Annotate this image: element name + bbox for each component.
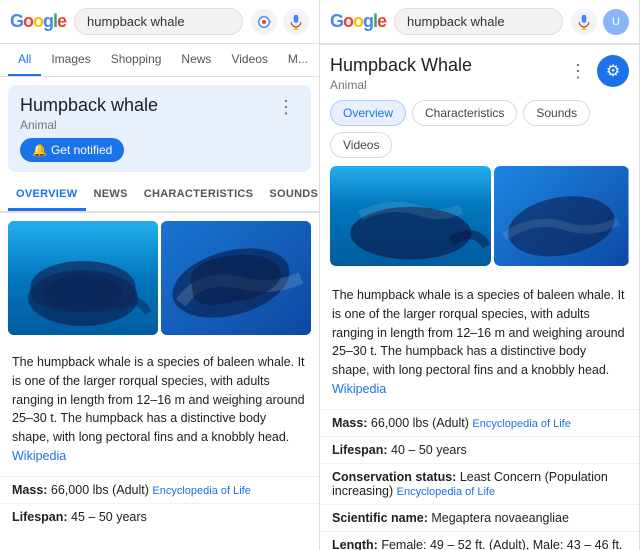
lens-icon[interactable]	[251, 9, 277, 35]
right-description: The humpback whale is a species of balee…	[320, 276, 639, 409]
left-wiki-link[interactable]: Wikipedia	[12, 449, 66, 463]
right-pill-characteristics[interactable]: Characteristics	[412, 100, 517, 126]
left-kp-more-icon[interactable]: ⋮	[273, 95, 299, 120]
right-fact-mass-value: 66,000 lbs (Adult)	[371, 416, 469, 430]
left-tab-more[interactable]: M...	[278, 44, 318, 76]
right-kp-title: Humpback Whale	[330, 55, 472, 76]
left-kp-header: Humpback whale Animal ⋮	[20, 95, 299, 132]
right-wiki-link[interactable]: Wikipedia	[332, 382, 386, 396]
right-fact-mass-link[interactable]: Encyclopedia of Life	[472, 418, 570, 430]
left-desc-text: The humpback whale is a species of balee…	[12, 355, 305, 444]
left-notify-button[interactable]: 🔔 Get notified	[20, 138, 124, 162]
left-tab-videos[interactable]: Videos	[221, 44, 277, 76]
left-whale-image-1[interactable]	[8, 221, 158, 335]
left-panel: Google humpback whale	[0, 0, 320, 550]
right-fact-conservation-link[interactable]: Encyclopedia of Life	[397, 486, 495, 498]
left-description: The humpback whale is a species of balee…	[0, 343, 319, 476]
left-kp-actions: 🔔 Get notified	[20, 138, 299, 162]
right-kp-title-wrap: Humpback Whale Animal	[330, 55, 472, 92]
left-whale-image-2[interactable]	[161, 221, 311, 335]
right-fact-conservation: Conservation status: Least Concern (Popu…	[320, 463, 639, 504]
left-fact-mass-label: Mass:	[12, 483, 47, 497]
left-tab-images[interactable]: Images	[41, 44, 100, 76]
right-kp-subtitle: Animal	[330, 78, 472, 92]
left-section-tab-overview[interactable]: Overview	[8, 180, 86, 211]
right-search-bar: Google humpback whale U	[320, 0, 639, 44]
right-images-row	[320, 166, 639, 276]
right-mic-icon[interactable]	[571, 9, 597, 35]
left-kp-title: Humpback whale	[20, 95, 158, 116]
left-tab-news[interactable]: News	[171, 44, 221, 76]
right-gear-icon[interactable]: ⚙	[597, 55, 629, 87]
left-section-tab-sounds[interactable]: Sounds	[261, 180, 320, 211]
right-google-logo: Google	[330, 11, 386, 32]
right-fact-length: Length: Female: 49 – 52 ft. (Adult), Mal…	[320, 531, 639, 550]
left-fact-lifespan: Lifespan: 45 – 50 years	[0, 503, 319, 530]
right-panel: Google humpback whale U All Images Video…	[320, 0, 640, 550]
left-kp-title-wrap: Humpback whale Animal	[20, 95, 158, 132]
left-search-text: humpback whale	[87, 14, 230, 29]
left-section-tabs: Overview News Characteristics Sounds	[0, 180, 319, 213]
left-knowledge-panel: Humpback whale Animal ⋮ 🔔 Get notified	[8, 85, 311, 172]
right-fact-scientific-value: Megaptera novaeangliae	[431, 511, 569, 525]
right-whale-image-2[interactable]	[494, 166, 629, 266]
left-tab-shopping[interactable]: Shopping	[101, 44, 172, 76]
left-section-tab-news[interactable]: News	[86, 180, 136, 211]
right-fact-lifespan-value: 40 – 50 years	[391, 443, 467, 457]
right-pill-sounds[interactable]: Sounds	[523, 100, 590, 126]
left-section-tab-characteristics[interactable]: Characteristics	[136, 180, 262, 211]
google-logo: Google	[10, 11, 66, 32]
left-fact-mass-link[interactable]: Encyclopedia of Life	[152, 485, 250, 497]
right-kp-actions: ⋮ ⚙	[565, 55, 629, 87]
right-pill-videos[interactable]: Videos	[330, 132, 392, 158]
right-fact-mass-label: Mass:	[332, 416, 367, 430]
right-pill-overview[interactable]: Overview	[330, 100, 406, 126]
right-search-icons: U	[571, 9, 629, 35]
left-nav-tabs: All Images Shopping News Videos M...	[0, 44, 319, 77]
left-notify-label: Get notified	[51, 143, 112, 157]
right-search-text: humpback whale	[407, 14, 550, 29]
left-search-icons	[251, 9, 309, 35]
right-user-avatar[interactable]: U	[603, 9, 629, 35]
left-whale-img-bg-1	[8, 221, 158, 335]
right-fact-lifespan-label: Lifespan:	[332, 443, 388, 457]
right-fact-scientific: Scientific name: Megaptera novaeangliae	[320, 504, 639, 531]
left-images-row	[0, 213, 319, 343]
left-fact-lifespan-label: Lifespan:	[12, 510, 68, 524]
right-fact-length-label: Length:	[332, 538, 378, 550]
right-whale-image-1[interactable]	[330, 166, 491, 266]
mic-icon[interactable]	[283, 9, 309, 35]
left-whale-img-bg-2	[161, 221, 311, 335]
left-tab-all[interactable]: All	[8, 44, 41, 76]
right-fact-lifespan: Lifespan: 40 – 50 years	[320, 436, 639, 463]
left-search-input-wrap[interactable]: humpback whale	[74, 8, 243, 35]
right-fact-scientific-label: Scientific name:	[332, 511, 428, 525]
right-fact-conservation-label: Conservation status:	[332, 470, 456, 484]
left-fact-mass: Mass: 66,000 lbs (Adult) Encyclopedia of…	[0, 476, 319, 503]
bell-icon: 🔔	[32, 143, 47, 157]
left-search-bar: Google humpback whale	[0, 0, 319, 44]
right-pill-tabs: Overview Characteristics Sounds Videos	[320, 92, 639, 166]
left-fact-lifespan-value: 45 – 50 years	[71, 510, 147, 524]
right-search-input-wrap[interactable]: humpback whale	[394, 8, 563, 35]
right-kp-header: Humpback Whale Animal ⋮ ⚙	[320, 45, 639, 92]
left-kp-subtitle: Animal	[20, 118, 158, 132]
left-fact-mass-value: 66,000 lbs (Adult)	[51, 483, 149, 497]
right-kp-more-icon[interactable]: ⋮	[565, 59, 591, 84]
right-desc-text: The humpback whale is a species of balee…	[332, 288, 625, 377]
right-fact-mass: Mass: 66,000 lbs (Adult) Encyclopedia of…	[320, 409, 639, 436]
